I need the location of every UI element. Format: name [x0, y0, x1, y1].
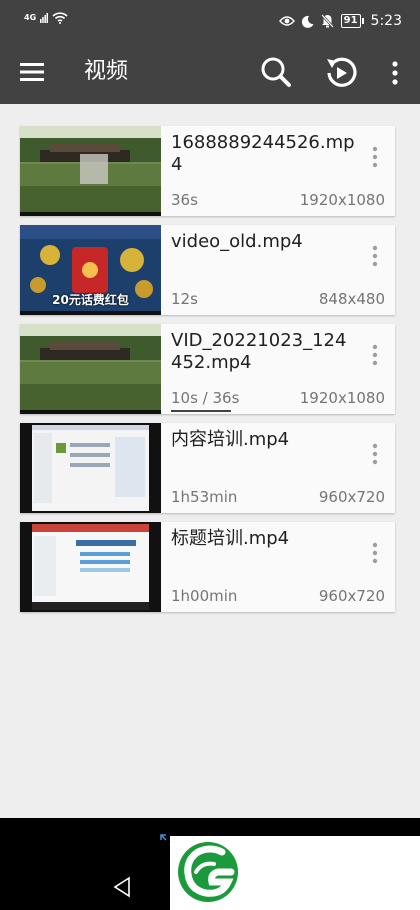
status-left: 4G — [24, 12, 68, 24]
screen-recording-thumbnail-image — [20, 522, 161, 612]
video-duration: 1h53min — [171, 488, 238, 506]
item-more-icon[interactable] — [369, 245, 381, 269]
moon-icon — [301, 15, 314, 28]
battery-level: 91 — [340, 14, 361, 28]
garden-thumbnail-image — [20, 126, 161, 216]
video-item[interactable]: 1688889244526.mp4 36s 1920x1080 — [20, 126, 395, 216]
video-duration: 1h00min — [171, 587, 238, 605]
more-options-icon[interactable] — [385, 60, 405, 86]
status-right: 91 5:23 — [278, 13, 402, 29]
item-more-icon[interactable] — [369, 146, 381, 170]
video-thumbnail — [20, 522, 161, 612]
clock: 5:23 — [370, 13, 402, 29]
page-title: 视频 — [84, 59, 129, 84]
video-resolution: 960x720 — [318, 488, 385, 506]
video-name: 1688889244526.mp4 — [171, 132, 355, 175]
video-name: VID_20221023_124452.mp4 — [171, 330, 347, 373]
video-item[interactable]: VID_20221023_124452.mp4 10s / 36s 1920x1… — [20, 324, 395, 414]
status-bar: 4G 91 5:23 — [0, 0, 420, 40]
mute-bell-icon — [320, 14, 334, 28]
item-more-icon[interactable] — [369, 443, 381, 467]
eye-icon — [278, 16, 295, 26]
video-resolution: 1920x1080 — [299, 389, 385, 407]
app-toolbar: 视频 — [0, 40, 420, 104]
video-list: 1688889244526.mp4 36s 1920x1080 20元话费红包 … — [20, 126, 395, 621]
video-name: video_old.mp4 — [171, 231, 303, 252]
menu-icon[interactable] — [20, 60, 46, 84]
network-type: 4G — [24, 13, 37, 22]
video-thumbnail — [20, 423, 161, 513]
item-more-icon[interactable] — [369, 542, 381, 566]
video-thumbnail — [20, 324, 161, 414]
back-icon[interactable] — [112, 876, 132, 898]
video-item[interactable]: 标题培训.mp4 1h00min 960x720 — [20, 522, 395, 612]
garden-thumbnail-image — [20, 324, 161, 414]
battery-tip — [361, 18, 364, 24]
wifi-icon — [52, 12, 68, 24]
search-icon[interactable] — [260, 56, 292, 88]
video-resolution: 960x720 — [318, 587, 385, 605]
video-name: 标题培训.mp4 — [171, 528, 290, 549]
playback-progress-bar — [171, 410, 231, 412]
video-resolution: 1920x1080 — [299, 191, 385, 209]
video-duration: 36s — [171, 191, 198, 209]
signal-icon — [40, 13, 49, 23]
video-duration: 10s / 36s — [171, 389, 240, 407]
floating-overlay — [170, 836, 420, 910]
battery-icon: 91 — [340, 14, 364, 28]
video-item[interactable]: 内容培训.mp4 1h53min 960x720 — [20, 423, 395, 513]
thumbnail-caption: 20元话费红包 — [52, 293, 129, 307]
video-item[interactable]: 20元话费红包 video_old.mp4 12s 848x480 — [20, 225, 395, 315]
item-more-icon[interactable] — [369, 344, 381, 368]
green-leaf-logo-icon — [178, 842, 238, 902]
replay-icon[interactable] — [324, 56, 358, 90]
screen-recording-thumbnail-image — [20, 423, 161, 513]
video-name: 内容培训.mp4 — [171, 429, 290, 450]
video-thumbnail — [20, 126, 161, 216]
video-thumbnail: 20元话费红包 — [20, 225, 161, 315]
video-duration: 12s — [171, 290, 198, 308]
video-resolution: 848x480 — [318, 290, 385, 308]
